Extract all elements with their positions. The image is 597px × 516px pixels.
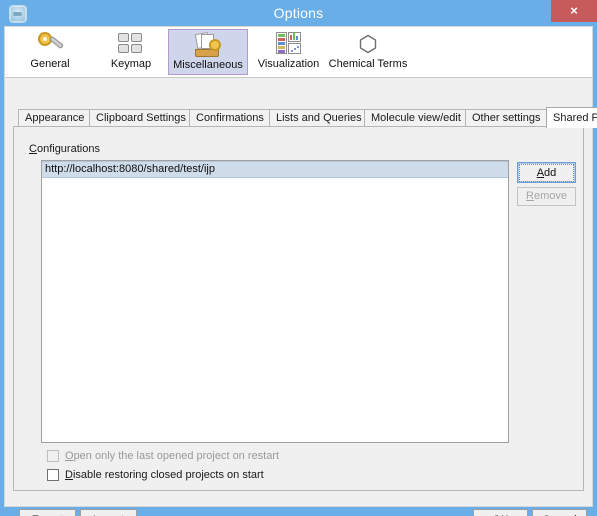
toolbar-item-miscellaneous-label: Miscellaneous [173, 59, 243, 71]
tab-clipboard-settings[interactable]: Clipboard Settings [89, 109, 193, 127]
close-icon: × [570, 3, 578, 18]
configurations-list[interactable]: http://localhost:8080/shared/test/ijp [41, 160, 509, 443]
toolbar-item-visualization-label: Visualization [257, 58, 320, 70]
export-button[interactable]: Export [19, 509, 76, 516]
close-button[interactable]: × [551, 0, 597, 22]
tab-other-settings[interactable]: Other settings [465, 109, 548, 127]
charts-icon [252, 31, 325, 57]
checkbox-open-last-project: Open only the last opened project on res… [47, 449, 279, 463]
configurations-mnemonic: C [29, 143, 37, 155]
gear-wrench-icon [19, 31, 81, 57]
dialog-body: General Keymap Miscellaneous Visualizati… [4, 26, 597, 516]
checkbox-disable-restoring-label: Disable restoring closed projects on sta… [65, 468, 264, 482]
toolbar-item-general-label: General [30, 58, 70, 70]
toolbar-item-chemical-terms-label: Chemical Terms [328, 58, 408, 70]
configurations-label-rest: onfigurations [36, 143, 100, 155]
keyboard-icon [100, 31, 162, 57]
add-button[interactable]: Add [517, 162, 576, 183]
checkbox-box [47, 450, 59, 462]
tab-shared-projects[interactable]: Shared Projects [546, 107, 597, 128]
hexagon-icon [328, 31, 408, 57]
checkbox-box[interactable] [47, 469, 59, 481]
toolbar-item-chemical-terms[interactable]: Chemical Terms [328, 29, 408, 75]
import-button[interactable]: Import [80, 509, 137, 516]
list-item[interactable]: http://localhost:8080/shared/test/ijp [42, 161, 508, 178]
remove-button: Remove [517, 187, 576, 206]
category-toolbar: General Keymap Miscellaneous Visualizati… [5, 27, 592, 78]
tab-lists-and-queries[interactable]: Lists and Queries [269, 109, 369, 127]
checkbox-open-last-project-label: Open only the last opened project on res… [65, 449, 279, 463]
settings-tab-strip: Appearance Clipboard Settings Confirmati… [13, 107, 597, 128]
tab-confirmations[interactable]: Confirmations [189, 109, 271, 127]
papers-gear-icon [169, 31, 247, 58]
checkbox-open-rest: pen only the last opened project on rest… [73, 450, 280, 462]
title-bar: Options × [0, 0, 597, 26]
remove-button-mnemonic: R [526, 190, 534, 202]
ok-button[interactable]: OK [473, 509, 528, 516]
remove-button-label: emove [533, 190, 567, 202]
toolbar-item-general[interactable]: General [19, 29, 81, 75]
checkbox-disable-rest: isable restoring closed projects on star… [72, 469, 264, 481]
toolbar-item-miscellaneous[interactable]: Miscellaneous [168, 29, 248, 75]
toolbar-item-keymap-label: Keymap [110, 58, 152, 70]
tab-appearance[interactable]: Appearance [18, 109, 92, 127]
configurations-label: Configurations [29, 143, 100, 155]
checkbox-open-mnemonic: O [65, 450, 74, 462]
checkbox-disable-restoring[interactable]: Disable restoring closed projects on sta… [47, 468, 264, 482]
window-title: Options [273, 5, 324, 21]
toolbar-item-visualization[interactable]: Visualization [252, 29, 325, 75]
checkbox-disable-mnemonic: D [65, 469, 73, 481]
options-dialog: Options × General Keymap Miscellaneous V… [0, 0, 597, 516]
toolbar-item-keymap[interactable]: Keymap [100, 29, 162, 75]
add-button-label: dd [544, 167, 557, 179]
cancel-button[interactable]: Cancel [532, 509, 587, 516]
tab-molecule-view-edit[interactable]: Molecule view/edit [364, 109, 468, 127]
add-button-mnemonic: A [536, 167, 545, 179]
